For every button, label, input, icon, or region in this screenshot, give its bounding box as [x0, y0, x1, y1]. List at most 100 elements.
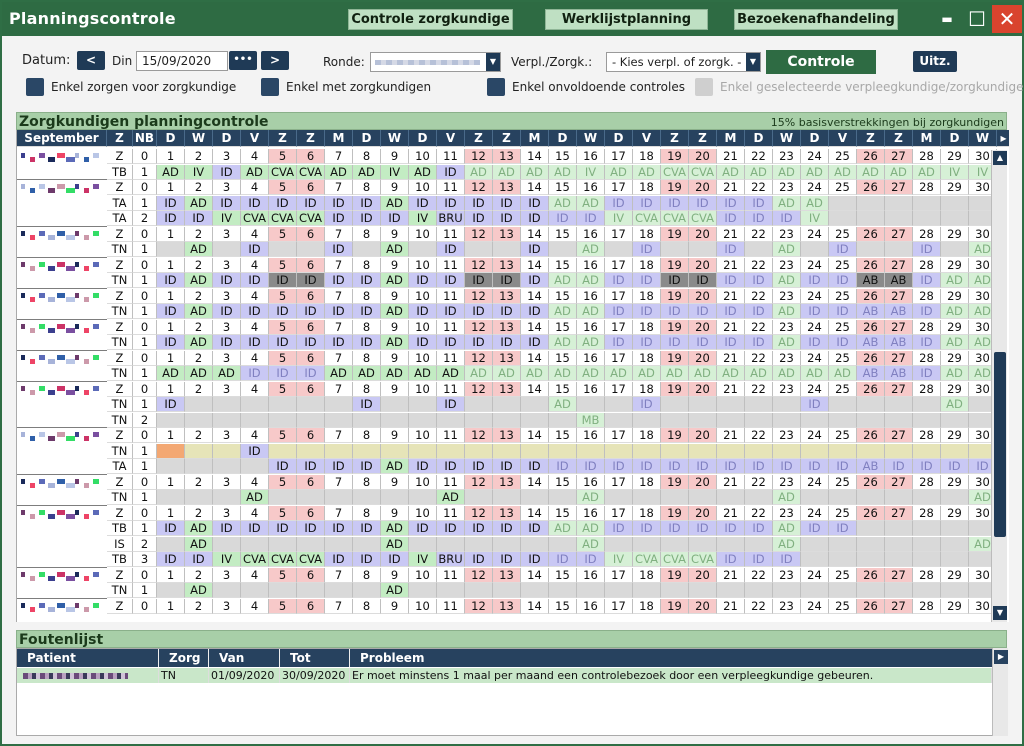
day-care-cell[interactable]: AD [549, 366, 577, 381]
day-number-cell[interactable]: 27 [885, 381, 913, 397]
day-number-cell[interactable]: 19 [661, 257, 689, 273]
day-care-cell[interactable]: CVA [241, 211, 269, 226]
day-number-cell[interactable]: 23 [773, 505, 801, 521]
day-care-cell[interactable]: AD [773, 536, 801, 552]
day-care-cell[interactable]: AD [549, 273, 577, 288]
day-care-cell[interactable]: AD [605, 164, 633, 180]
day-care-cell[interactable]: ID [465, 521, 493, 536]
day-care-cell[interactable] [857, 552, 885, 567]
day-care-cell[interactable] [549, 443, 577, 459]
day-number-cell[interactable]: 17 [605, 474, 633, 490]
day-care-cell[interactable] [269, 242, 297, 257]
day-care-cell[interactable]: CVA [689, 211, 717, 226]
planning-row[interactable]: TN 1 ID [17, 443, 997, 459]
day-care-cell[interactable] [381, 490, 409, 505]
day-number-cell[interactable]: 2 [185, 350, 213, 366]
day-care-cell[interactable]: ID [913, 366, 941, 381]
column-patient[interactable]: Patient [17, 649, 159, 667]
day-care-cell[interactable]: AD [381, 273, 409, 288]
day-care-cell[interactable]: AB [857, 273, 885, 288]
day-number-cell[interactable]: 20 [689, 257, 717, 273]
day-number-cell[interactable]: 26 [857, 149, 885, 164]
day-care-cell[interactable]: AD [577, 536, 605, 552]
day-care-cell[interactable]: AD [633, 366, 661, 381]
day-number-cell[interactable]: 17 [605, 567, 633, 583]
day-number-cell[interactable]: 26 [857, 319, 885, 335]
day-care-cell[interactable]: AD [941, 335, 969, 350]
day-care-cell[interactable] [913, 443, 941, 459]
day-care-cell[interactable]: ID [577, 459, 605, 474]
day-care-cell[interactable] [745, 490, 773, 505]
day-number-cell[interactable]: 9 [381, 288, 409, 304]
day-care-cell[interactable]: AD [157, 164, 185, 180]
day-number-cell[interactable]: 16 [577, 257, 605, 273]
day-care-cell[interactable] [213, 536, 241, 552]
day-care-cell[interactable] [689, 490, 717, 505]
day-number-cell[interactable]: 21 [717, 567, 745, 583]
day-care-cell[interactable]: ID [269, 273, 297, 288]
day-number-cell[interactable]: 6 [297, 149, 325, 164]
prev-date-button[interactable]: < [77, 51, 105, 70]
day-care-cell[interactable]: AD [773, 335, 801, 350]
day-care-cell[interactable] [325, 536, 353, 552]
day-number-cell[interactable]: 20 [689, 428, 717, 443]
patient-name-cell[interactable] [17, 211, 107, 226]
day-care-cell[interactable]: ID [409, 335, 437, 350]
patient-name-cell[interactable] [17, 335, 107, 350]
day-number-cell[interactable]: 12 [465, 381, 493, 397]
column-van[interactable]: Van [209, 649, 280, 667]
day-care-cell[interactable] [241, 397, 269, 412]
day-care-cell[interactable] [661, 412, 689, 428]
day-number-cell[interactable]: 4 [241, 288, 269, 304]
day-care-cell[interactable]: ID [353, 459, 381, 474]
day-number-cell[interactable]: 11 [437, 257, 465, 273]
day-number-cell[interactable]: 28 [913, 319, 941, 335]
day-number-cell[interactable]: 28 [913, 505, 941, 521]
day-care-cell[interactable]: AD [241, 490, 269, 505]
day-number-cell[interactable]: 20 [689, 505, 717, 521]
day-number-cell[interactable]: 17 [605, 319, 633, 335]
day-number-cell[interactable]: 19 [661, 505, 689, 521]
day-care-cell[interactable]: AD [325, 164, 353, 180]
day-care-cell[interactable] [213, 459, 241, 474]
patient-name-cell[interactable] [17, 443, 107, 459]
day-care-cell[interactable]: ID [437, 335, 465, 350]
day-care-cell[interactable]: CVA [661, 164, 689, 180]
day-number-cell[interactable]: 8 [353, 474, 381, 490]
day-number-cell[interactable]: 22 [745, 180, 773, 195]
planning-row[interactable]: TA 1 ID AD ID ID ID ID ID ID AD ID ID ID ID ID AD AD ID ID I… [17, 195, 997, 211]
day-care-cell[interactable]: AD [381, 195, 409, 211]
day-care-cell[interactable] [521, 412, 549, 428]
day-number-cell[interactable]: 24 [801, 149, 829, 164]
day-number-cell[interactable]: 10 [409, 505, 437, 521]
day-care-cell[interactable] [941, 552, 969, 567]
day-care-cell[interactable] [521, 397, 549, 412]
day-number-cell[interactable]: 18 [633, 257, 661, 273]
planning-row[interactable]: Z 0 1 2 3 4 5 6 7 8 9 10 11 12 13 14 15 16 17 18 19 20 21 22 23 2… [17, 226, 997, 242]
day-number-cell[interactable]: 24 [801, 180, 829, 195]
day-care-cell[interactable] [941, 195, 969, 211]
patient-name-cell[interactable] [17, 490, 107, 505]
day-care-cell[interactable] [157, 242, 185, 257]
day-number-cell[interactable]: 29 [941, 149, 969, 164]
day-number-cell[interactable]: 10 [409, 226, 437, 242]
day-care-cell[interactable]: AD [941, 397, 969, 412]
day-number-cell[interactable]: 29 [941, 257, 969, 273]
day-care-cell[interactable] [661, 583, 689, 598]
day-number-cell[interactable]: 8 [353, 226, 381, 242]
day-number-cell[interactable]: 9 [381, 319, 409, 335]
day-care-cell[interactable]: ID [717, 521, 745, 536]
day-number-cell[interactable]: 21 [717, 257, 745, 273]
day-number-cell[interactable]: 10 [409, 350, 437, 366]
day-care-cell[interactable]: AB [885, 335, 913, 350]
day-number-cell[interactable]: 7 [325, 257, 353, 273]
day-care-cell[interactable]: ID [829, 273, 857, 288]
day-number-cell[interactable]: 3 [213, 319, 241, 335]
day-care-cell[interactable] [493, 443, 521, 459]
day-care-cell[interactable]: AD [381, 521, 409, 536]
day-number-cell[interactable]: 27 [885, 567, 913, 583]
day-number-cell[interactable]: 12 [465, 319, 493, 335]
day-number-cell[interactable]: 20 [689, 288, 717, 304]
day-care-cell[interactable]: AD [493, 366, 521, 381]
day-care-cell[interactable] [801, 443, 829, 459]
